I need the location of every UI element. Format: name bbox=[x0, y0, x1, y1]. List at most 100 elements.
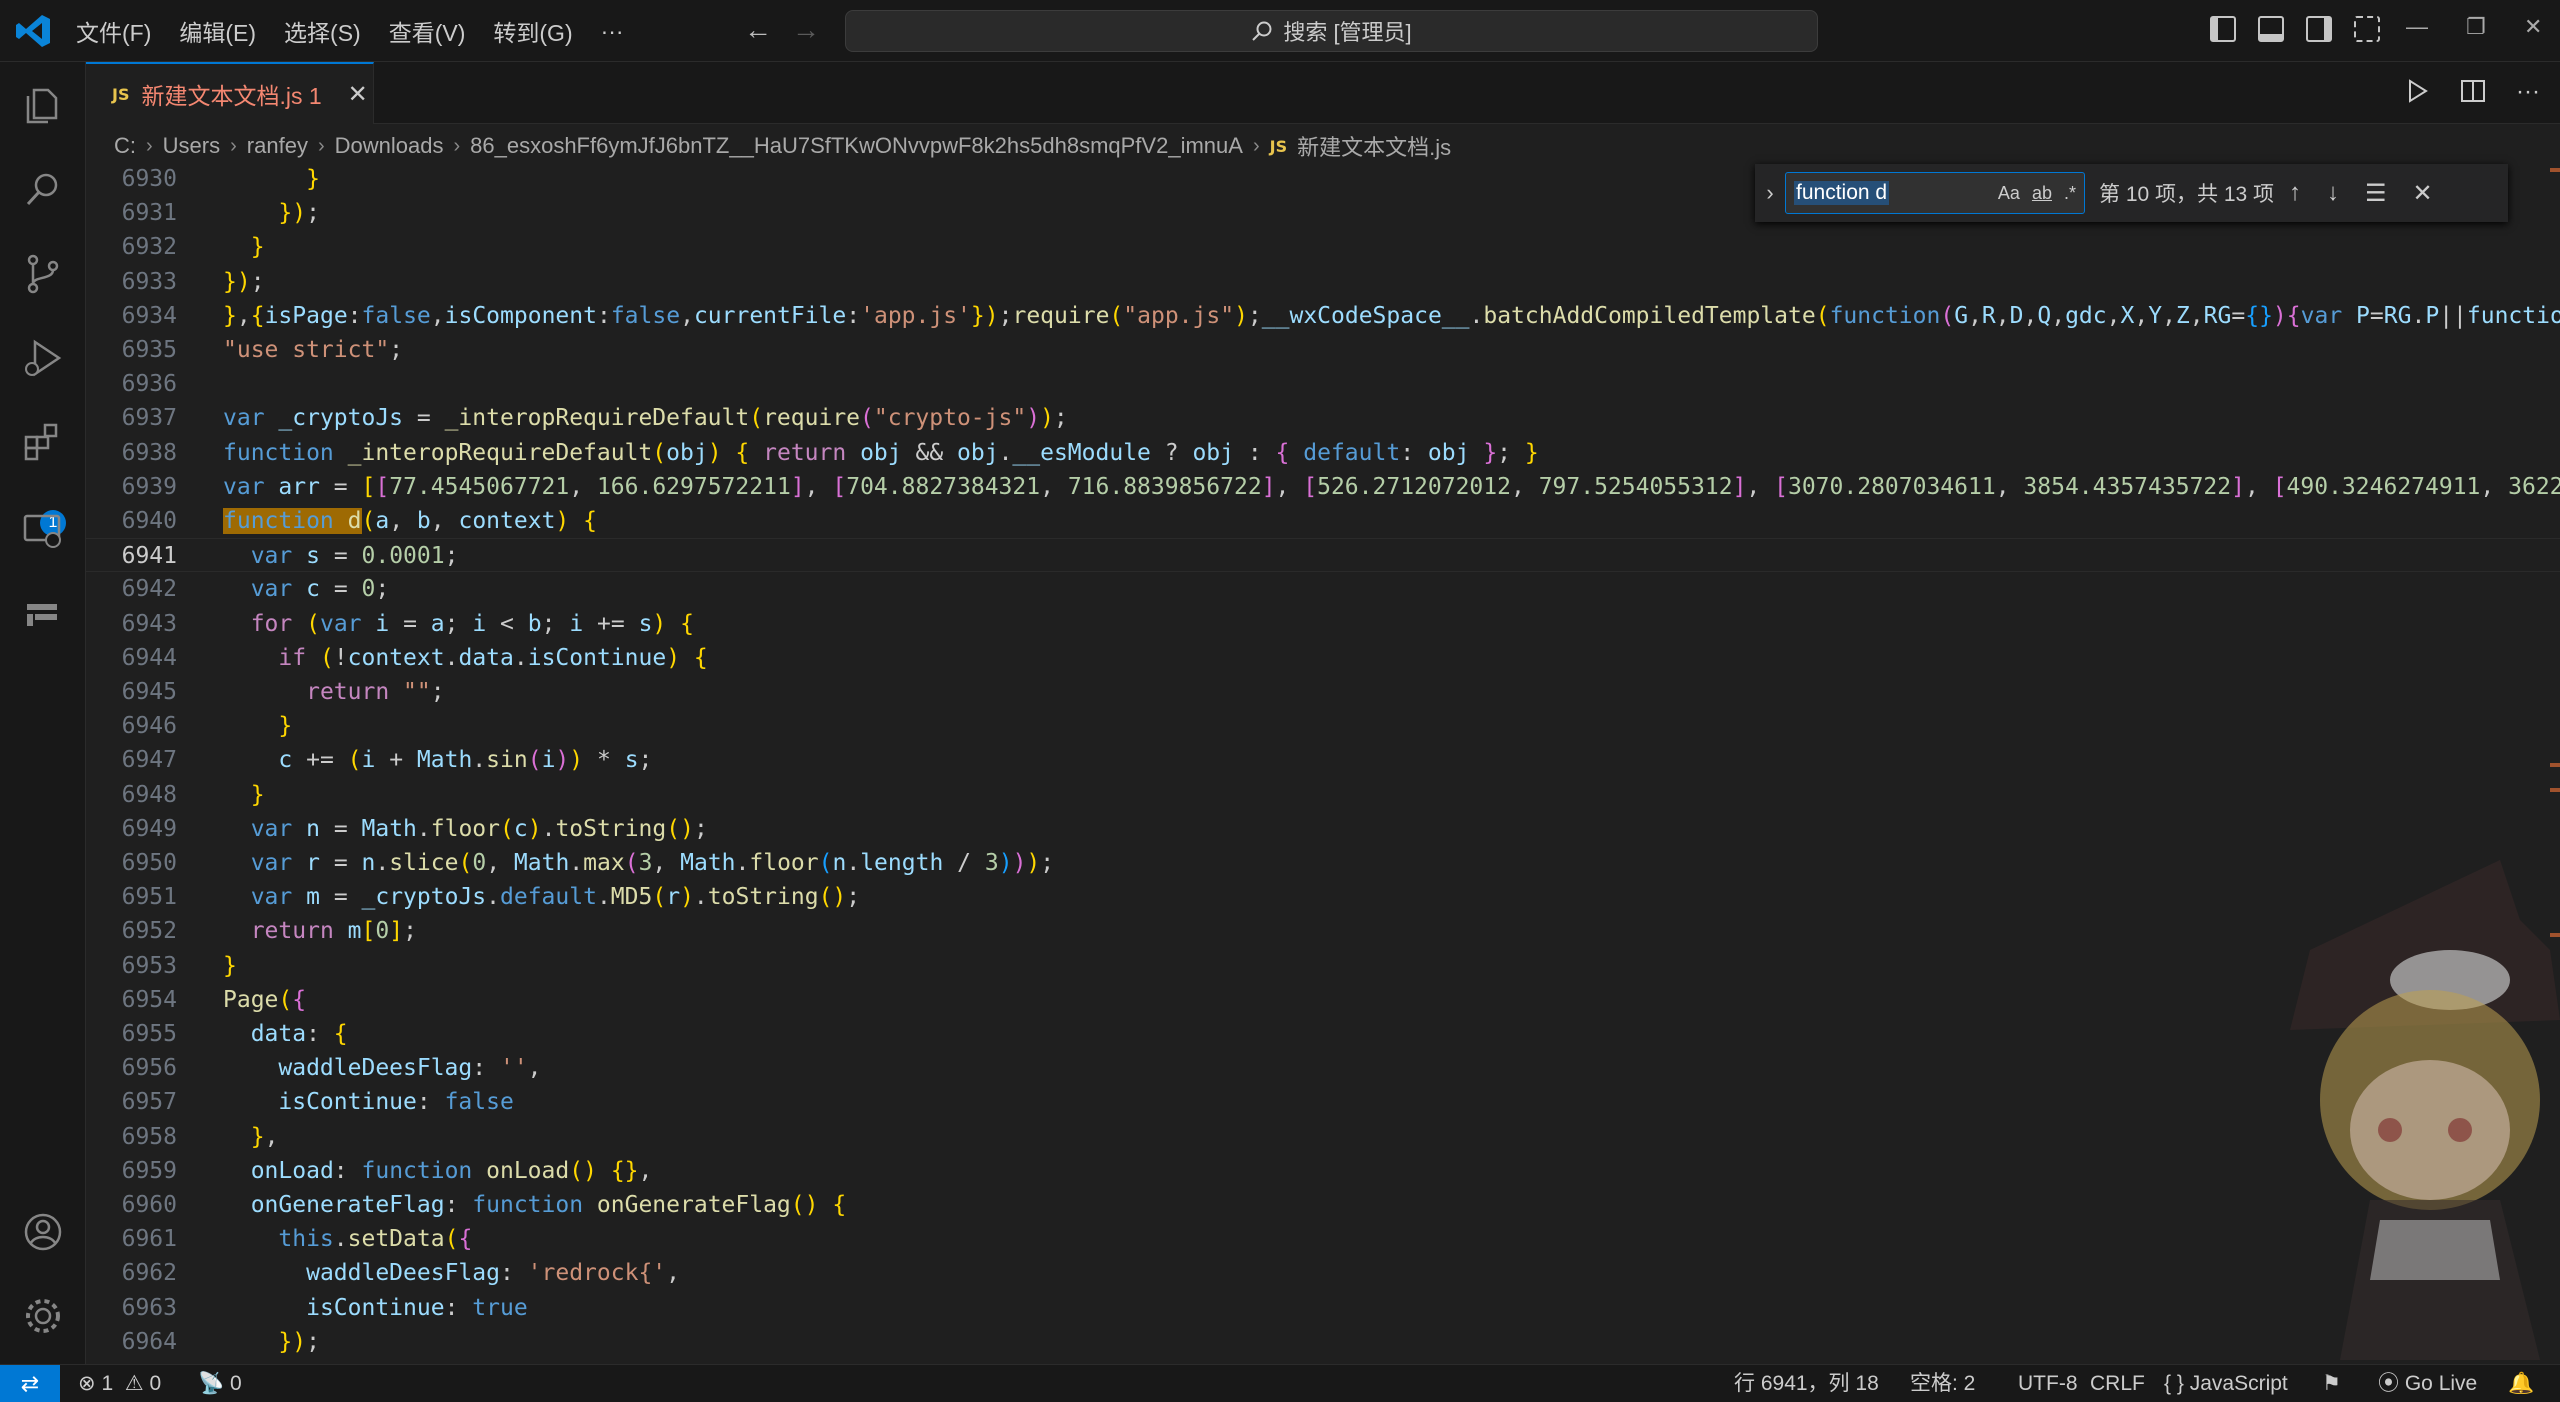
restore-icon[interactable]: ❐ bbox=[2466, 14, 2486, 40]
code-line[interactable]: 6953} bbox=[86, 949, 2560, 983]
menu-selection[interactable]: 选择(S) bbox=[284, 14, 361, 48]
breadcrumb-item[interactable]: 86_esxoshFf6ymJfJ6bnTZ__HaU7SfTKwONvvpwF… bbox=[470, 133, 1243, 159]
editor-tab[interactable]: JS 新建文本文档.js 1 ✕ bbox=[86, 62, 374, 124]
toggle-panel-icon[interactable] bbox=[2258, 16, 2284, 42]
code-line[interactable]: 6959 onLoad: function onLoad() {}, bbox=[86, 1154, 2560, 1188]
breadcrumb-item[interactable]: Users bbox=[163, 133, 220, 159]
manage-gear-icon[interactable] bbox=[21, 1294, 65, 1338]
toggle-primary-sidebar-icon[interactable] bbox=[2210, 16, 2236, 42]
code-line[interactable]: 6945 return ""; bbox=[86, 675, 2560, 709]
feedback-icon[interactable]: ⚑ bbox=[2322, 1365, 2341, 1402]
code-line[interactable]: 6964 }); bbox=[86, 1325, 2560, 1359]
cursor-position[interactable]: 行 6941，列 18 bbox=[1734, 1365, 1879, 1402]
code-line[interactable]: 6944 if (!context.data.isContinue) { bbox=[86, 641, 2560, 675]
code-line[interactable]: 6958 }, bbox=[86, 1120, 2560, 1154]
search-icon bbox=[1252, 21, 1272, 41]
code-line[interactable]: 6963 isContinue: true bbox=[86, 1291, 2560, 1325]
code-line[interactable]: 6942 var c = 0; bbox=[86, 572, 2560, 606]
breadcrumb-item[interactable]: C: bbox=[114, 133, 136, 159]
search-sidebar-icon[interactable] bbox=[21, 168, 65, 212]
breadcrumb-item[interactable]: ranfey bbox=[247, 133, 308, 159]
close-window-icon[interactable]: ✕ bbox=[2524, 14, 2542, 40]
problems-indicator[interactable]: ⊗ 1 ⚠ 0 bbox=[78, 1365, 161, 1402]
close-tab-icon[interactable]: ✕ bbox=[348, 80, 368, 109]
code-line[interactable]: 6940 function d(a, b, context) { bbox=[86, 504, 2560, 538]
code-line[interactable]: 6952 return m[0]; bbox=[86, 914, 2560, 948]
code-line[interactable]: 6939 var arr = [[77.4545067721, 166.62975… bbox=[86, 470, 2560, 504]
remote-explorer-icon[interactable] bbox=[21, 508, 65, 552]
breadcrumb-item[interactable]: 新建文本文档.js bbox=[1297, 130, 1451, 162]
code-line[interactable]: 6949 var n = Math.floor(c).toString(); bbox=[86, 812, 2560, 846]
code-line[interactable]: 6936 bbox=[86, 367, 2560, 401]
ports-indicator[interactable]: 📡 0 bbox=[198, 1365, 242, 1402]
find-input[interactable]: function d Aa ab .* bbox=[1785, 172, 2085, 214]
split-editor-icon[interactable] bbox=[2460, 78, 2486, 104]
code-line[interactable]: 6956 waddleDeesFlag: '', bbox=[86, 1051, 2560, 1085]
command-center[interactable]: 搜索 [管理员] bbox=[845, 10, 1818, 52]
code-line[interactable]: 6948 } bbox=[86, 778, 2560, 812]
indentation[interactable]: 空格: 2 bbox=[1910, 1365, 1975, 1402]
code-line[interactable]: 6950 var r = n.slice(0, Math.max(3, Math… bbox=[86, 846, 2560, 880]
gitlens-icon[interactable] bbox=[21, 592, 65, 636]
match-case-icon[interactable]: Aa bbox=[1998, 183, 2020, 204]
code-line[interactable]: 6941 var s = 0.0001; bbox=[86, 538, 2560, 573]
language-mode[interactable]: { } JavaScript bbox=[2164, 1365, 2288, 1402]
match-whole-word-icon[interactable]: ab bbox=[2032, 183, 2052, 204]
code-line[interactable]: 6954 Page({ bbox=[86, 983, 2560, 1017]
use-regex-icon[interactable]: .* bbox=[2064, 183, 2076, 204]
code-line[interactable]: 6946 } bbox=[86, 709, 2560, 743]
run-debug-icon[interactable] bbox=[21, 336, 65, 380]
more-actions-icon[interactable]: ··· bbox=[2516, 78, 2540, 106]
end-of-line[interactable]: CRLF bbox=[2090, 1365, 2145, 1402]
close-find-icon[interactable]: ✕ bbox=[2413, 179, 2433, 208]
menu-edit[interactable]: 编辑(E) bbox=[179, 14, 256, 48]
go-live-button[interactable]: ⦿ Go Live bbox=[2378, 1365, 2477, 1402]
line-number: 6964 bbox=[121, 1328, 177, 1355]
code-line[interactable]: 6943 for (var i = a; i < b; i += s) { bbox=[86, 607, 2560, 641]
menu-more[interactable]: ··· bbox=[601, 18, 624, 45]
previous-match-arrow-up-icon[interactable]: ↑ bbox=[2289, 179, 2301, 208]
code-text: }); bbox=[223, 268, 265, 295]
menu-go[interactable]: 转到(G) bbox=[493, 14, 572, 48]
source-control-icon[interactable] bbox=[21, 252, 65, 296]
code-text: var n = Math.floor(c).toString(); bbox=[250, 815, 708, 842]
code-line[interactable]: 6938 function _interopRequireDefault(obj)… bbox=[86, 436, 2560, 470]
toggle-replace-chevron-icon[interactable]: › bbox=[1755, 180, 1785, 206]
code-line[interactable]: 6961 this.setData({ bbox=[86, 1222, 2560, 1256]
encoding[interactable]: UTF-8 bbox=[2018, 1365, 2078, 1402]
line-number: 6957 bbox=[121, 1089, 177, 1116]
minimize-icon[interactable]: — bbox=[2406, 14, 2428, 40]
menu-file[interactable]: 文件(F) bbox=[76, 14, 151, 48]
code-line[interactable]: 6947 c += (i + Math.sin(i)) * s; bbox=[86, 743, 2560, 777]
code-line[interactable]: 6934},{isPage:false,isComponent:false,cu… bbox=[86, 299, 2560, 333]
next-match-arrow-down-icon[interactable]: ↓ bbox=[2327, 179, 2339, 208]
line-number: 6937 bbox=[121, 405, 177, 432]
code-line[interactable]: 6962 waddleDeesFlag: 'redrock{', bbox=[86, 1256, 2560, 1290]
code-line[interactable]: 6951 var m = _cryptoJs.default.MD5(r).to… bbox=[86, 880, 2560, 914]
menu-view[interactable]: 查看(V) bbox=[389, 14, 466, 48]
explorer-icon[interactable] bbox=[21, 84, 65, 128]
forward-arrow-icon[interactable]: → bbox=[792, 14, 820, 46]
find-in-selection-icon[interactable]: ☰ bbox=[2365, 179, 2387, 208]
code-line[interactable]: 6933}); bbox=[86, 265, 2560, 299]
line-number: 6942 bbox=[121, 576, 177, 603]
extensions-icon[interactable] bbox=[21, 420, 65, 464]
code-line[interactable]: 6955 data: { bbox=[86, 1017, 2560, 1051]
code-line[interactable]: 6935 "use strict"; bbox=[86, 333, 2560, 367]
customize-layout-icon[interactable] bbox=[2354, 16, 2380, 42]
remote-indicator-icon[interactable]: ⇄ bbox=[0, 1365, 60, 1402]
chevron-right-icon: › bbox=[230, 134, 237, 157]
layout-controls bbox=[2210, 16, 2380, 42]
code-line[interactable]: 6937 var _cryptoJs = _interopRequireDefau… bbox=[86, 401, 2560, 435]
accounts-icon[interactable] bbox=[21, 1210, 65, 1254]
notifications-bell-icon[interactable]: 🔔 bbox=[2508, 1365, 2534, 1402]
code-editor[interactable]: 6930 } 6931 }); 6932 } 6933}); 6934},{isPage… bbox=[86, 168, 2560, 1364]
back-arrow-icon[interactable]: ← bbox=[744, 14, 772, 46]
run-file-icon[interactable] bbox=[2404, 78, 2430, 104]
line-number: 6939 bbox=[121, 473, 177, 500]
toggle-secondary-sidebar-icon[interactable] bbox=[2306, 16, 2332, 42]
code-line[interactable]: 6957 isContinue: false bbox=[86, 1085, 2560, 1119]
code-line[interactable]: 6960 onGenerateFlag: function onGenerate… bbox=[86, 1188, 2560, 1222]
code-line[interactable]: 6932 } bbox=[86, 230, 2560, 264]
breadcrumb-item[interactable]: Downloads bbox=[335, 133, 444, 159]
